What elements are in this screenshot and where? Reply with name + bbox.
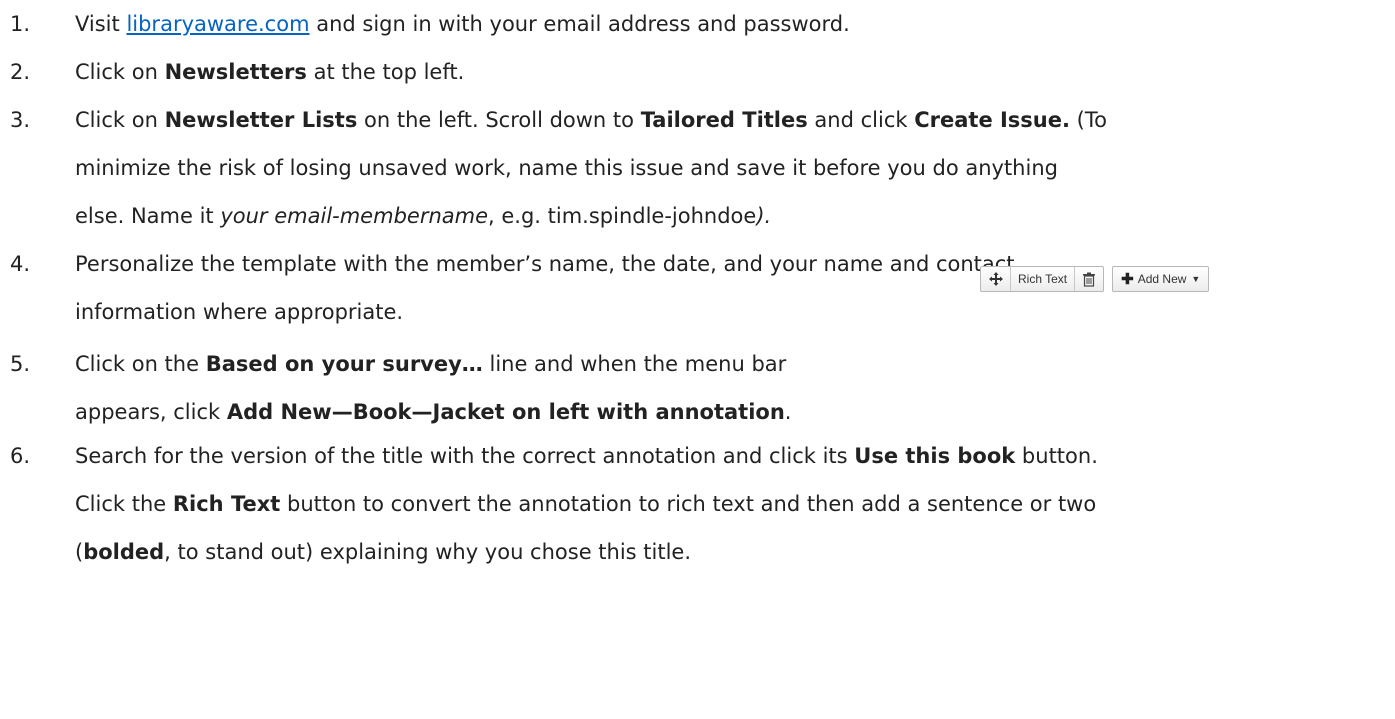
step-line: (bolded, to stand out) explaining why yo… xyxy=(75,540,692,564)
step-text: Click on Newsletters at the top left. xyxy=(75,48,1395,96)
step-number: 1. xyxy=(10,12,31,36)
libraryaware-link[interactable]: libraryaware.com xyxy=(126,12,309,36)
step-text: Visit libraryaware.com and sign in with … xyxy=(75,0,1395,48)
step-text: Click on Newsletter Lists on the left. S… xyxy=(75,96,1395,240)
step-number: 5. xyxy=(10,352,31,376)
step-text: Click on the Based on your survey… line … xyxy=(75,340,1395,436)
step-line: Visit libraryaware.com and sign in with … xyxy=(75,12,850,36)
menu-bar-image: Rich Text ✚ Add New ▼ xyxy=(980,266,1210,292)
plus-icon: ✚ xyxy=(1121,271,1134,288)
step-line: information where appropriate. xyxy=(75,300,404,324)
step-text: Search for the version of the title with… xyxy=(75,432,1395,576)
step-line: minimize the risk of losing unsaved work… xyxy=(75,156,1058,180)
block-toolbar: Rich Text xyxy=(980,266,1105,292)
trash-icon[interactable] xyxy=(1075,267,1103,291)
step-number: 4. xyxy=(10,252,31,276)
step-line: Click on the Based on your survey… line … xyxy=(75,352,787,376)
rich-text-button[interactable]: Rich Text xyxy=(1011,267,1076,291)
step-number: 2. xyxy=(10,60,31,84)
add-new-button[interactable]: ✚ Add New ▼ xyxy=(1112,266,1210,292)
caret-down-icon: ▼ xyxy=(1191,274,1201,284)
step-line: appears, click Add New—Book—Jacket on le… xyxy=(75,400,792,424)
move-arrows-icon[interactable] xyxy=(981,267,1011,291)
step-line: Click on Newsletter Lists on the left. S… xyxy=(75,108,1107,132)
instructions-document: 1. Visit libraryaware.com and sign in wi… xyxy=(0,0,1395,719)
step-line: else. Name it your email-membername, e.g… xyxy=(75,204,772,228)
step-line: Search for the version of the title with… xyxy=(75,444,1098,468)
step-number: 6. xyxy=(10,444,31,468)
step-number: 3. xyxy=(10,108,31,132)
step-line: Click on Newsletters at the top left. xyxy=(75,60,465,84)
step-line: Click the Rich Text button to convert th… xyxy=(75,492,1097,516)
